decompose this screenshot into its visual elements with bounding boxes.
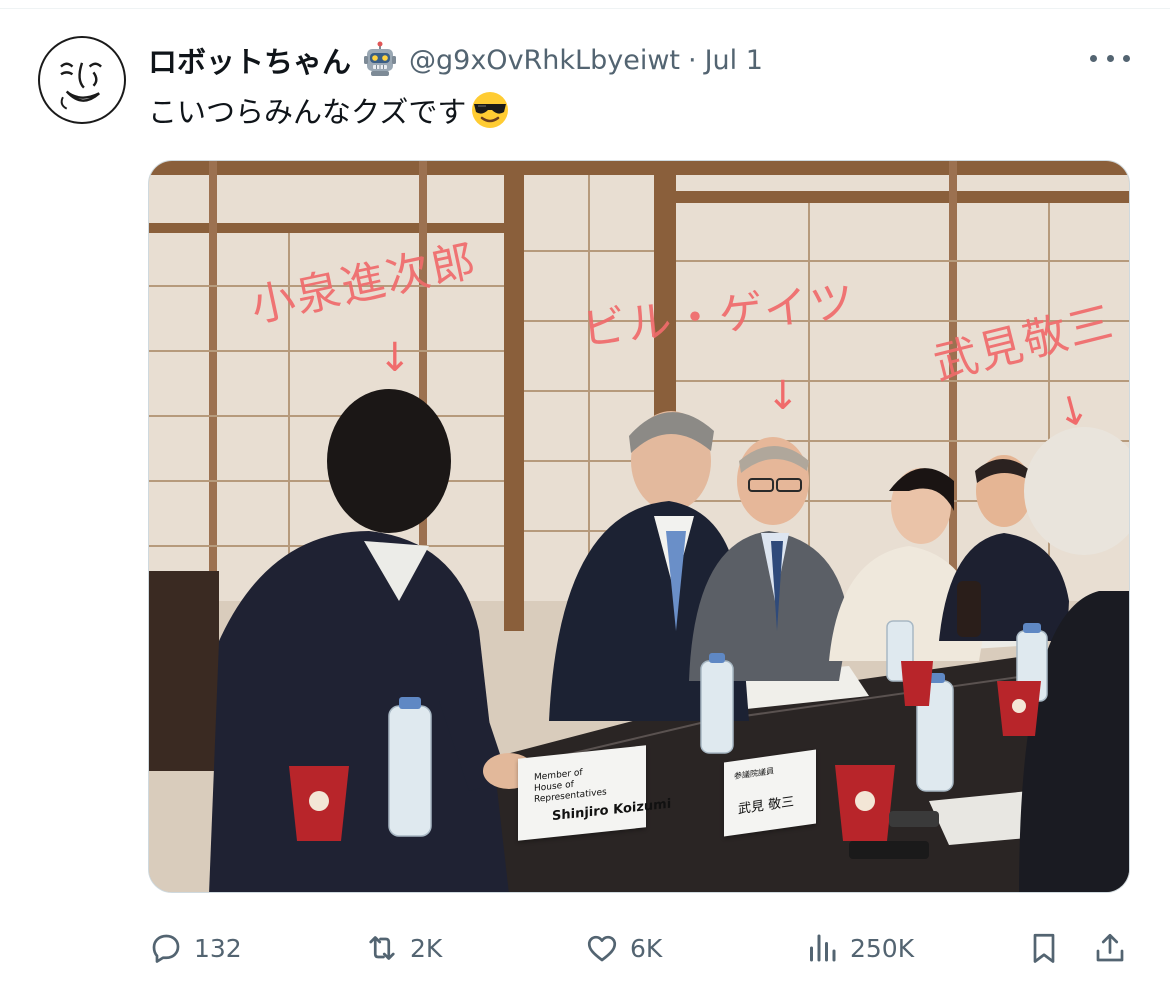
display-name[interactable]: ロボットちゃん [148, 39, 351, 81]
separator-dot: · [688, 44, 697, 76]
tweet-actions: 132 2K 6K 250K [148, 920, 1130, 976]
smiling-face-with-sunglasses-icon [470, 90, 510, 130]
tweet-text-content: こいつらみんなクズです [148, 95, 467, 129]
avatar-face-drawing [60, 62, 102, 110]
heart-icon [584, 930, 620, 966]
like-button[interactable]: 6K [584, 920, 662, 976]
bookmark-button[interactable] [1026, 920, 1062, 976]
timestamp[interactable]: Jul 1 [705, 45, 763, 76]
reply-icon [148, 930, 184, 966]
views-count: 250K [850, 933, 915, 963]
nameplate-takemi-role: 参議院議員 [734, 766, 774, 782]
repost-button[interactable]: 2K [364, 920, 442, 976]
share-button[interactable] [1092, 920, 1128, 976]
reply-count: 132 [194, 933, 242, 963]
repost-count: 2K [410, 933, 443, 963]
reply-button[interactable]: 132 [148, 920, 242, 976]
tweet-text: こいつらみんなクズです [148, 88, 510, 132]
nameplate-takemi: 参議院議員 武見 敬三 [724, 749, 816, 837]
views-button[interactable]: 250K [804, 920, 914, 976]
share-icon [1092, 930, 1128, 966]
nameplate-koizumi-role: Member of House of Representatives [534, 767, 607, 806]
tweet-header: ロボットちゃん @g9xOvRhkLbyeiwt · Jul 1 [148, 38, 763, 82]
avatar[interactable] [38, 36, 126, 124]
handle[interactable]: @g9xOvRhkLbyeiwt [409, 45, 680, 76]
more-options-icon[interactable] [1090, 46, 1130, 70]
repost-icon [364, 930, 400, 966]
tweet[interactable]: ロボットちゃん @g9xOvRhkLbyeiwt · Jul 1 こいつらみんな… [0, 0, 1170, 992]
robot-face-icon [361, 41, 399, 79]
annotation-arrow-gates: ↓ [766, 373, 800, 419]
views-chart-icon [804, 930, 840, 966]
nameplate-koizumi: Member of House of Representatives Shinj… [518, 745, 671, 841]
bookmark-icon [1026, 930, 1062, 966]
nameplate-takemi-name: 武見 敬三 [738, 794, 795, 818]
annotation-arrow-koizumi: ↓ [378, 335, 412, 381]
like-count: 6K [630, 933, 663, 963]
